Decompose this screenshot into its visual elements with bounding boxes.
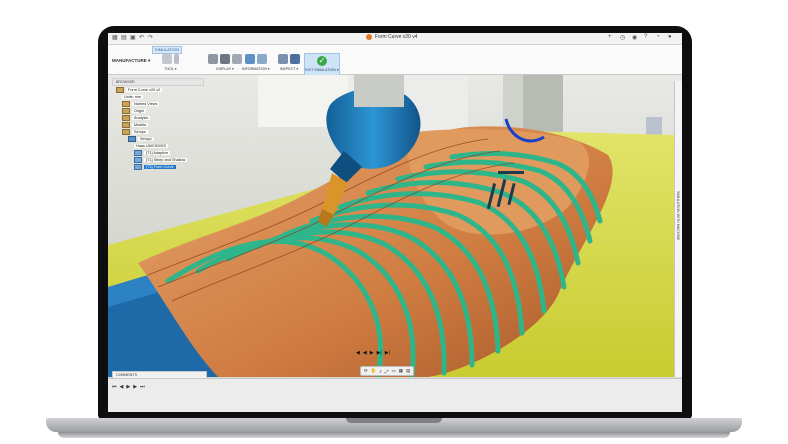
browser-node[interactable]: Origin — [112, 107, 204, 114]
step-forward-icon[interactable]: ▶| — [377, 350, 382, 356]
operation-icon — [134, 163, 142, 170]
step-forward-icon[interactable]: ▶| — [385, 350, 390, 356]
browser-panel: BROWSER Form Curve v20 v2 Units: mm Name… — [112, 78, 204, 170]
viewports-icon[interactable]: ▤ — [406, 368, 410, 374]
browser-header[interactable]: BROWSER — [112, 78, 204, 86]
browser-node[interactable]: Models — [112, 121, 204, 128]
orbit-icon[interactable]: ⟳ — [364, 368, 368, 374]
undo-icon[interactable]: ↶ — [139, 34, 144, 41]
display-settings-icon[interactable]: ▭ — [392, 368, 396, 374]
fit-icon[interactable]: ⤢ — [385, 369, 389, 374]
machine-display-icon — [208, 54, 218, 64]
tool-icon — [162, 54, 172, 64]
pan-icon[interactable]: ✋ — [371, 368, 377, 374]
stock-display-icon — [220, 54, 230, 64]
timeline-bar: ⏮ ◀ ▶ ▶ ⏭ — [108, 378, 682, 412]
add-tab-icon[interactable]: + — [608, 34, 612, 40]
app-screen: ▦ ▤ ▣ ↶ ↷ Form Curve v20 v4 + ◷ ◉ ? ◔ ● … — [108, 33, 682, 412]
browser-node[interactable]: Units: mm — [112, 93, 204, 100]
display-group-label: DISPLAY ▾ — [216, 67, 234, 71]
inspect-group[interactable]: INSPECT ▾ — [278, 54, 300, 71]
setup-icon — [128, 135, 136, 142]
laptop-foot — [58, 432, 730, 438]
simulation-playback: ◀ ◀ ▶ ▶| ▶| — [356, 349, 390, 356]
operation-icon — [134, 149, 142, 156]
folder-icon — [122, 128, 130, 135]
clock-icon[interactable]: ◷ — [620, 34, 625, 41]
info-icon — [244, 54, 255, 64]
save-icon[interactable]: ▣ — [130, 34, 136, 41]
simulation-panel[interactable]: SIMULATION WITH MACHINE — [674, 81, 682, 377]
simulation-panel-label: SIMULATION WITH MACHINE — [676, 191, 680, 241]
zoom-icon[interactable]: ⌕ — [379, 369, 382, 374]
check-icon: ✓ — [317, 56, 327, 66]
exit-simulation-label: EXIT SIMULATION ▾ — [305, 68, 339, 72]
browser-node[interactable]: Named Views — [112, 100, 204, 107]
measure-icon — [278, 54, 288, 64]
play-icon[interactable]: ▶ — [126, 384, 130, 390]
document-title: Form Curve v20 v4 — [375, 34, 418, 40]
file-icon[interactable]: ▤ — [121, 34, 127, 41]
browser-node[interactable]: Setups — [112, 128, 204, 135]
information-group-label: INFORMATION ▾ — [242, 67, 270, 71]
step-forward-icon[interactable]: ▶ — [133, 384, 137, 390]
information-group[interactable]: INFORMATION ▾ — [242, 54, 270, 71]
folder-icon — [122, 107, 130, 114]
browser-node[interactable]: Form Curve v20 v2 — [112, 86, 204, 93]
tool-holder-icon — [174, 54, 179, 64]
browser-node[interactable]: [T1] Steep and Shallow — [112, 156, 204, 163]
statistics-icon — [256, 54, 267, 64]
title-bar: ▦ ▤ ▣ ↶ ↷ Form Curve v20 v4 + ◷ ◉ ? ◔ ● — [108, 33, 682, 45]
workspace-switcher[interactable]: MANUFACTURE ▾ — [112, 58, 150, 64]
section-icon — [290, 54, 300, 64]
folder-icon — [122, 100, 130, 107]
redo-icon[interactable]: ↷ — [148, 34, 153, 41]
laptop-notch — [346, 418, 442, 423]
toolpath-display-icon — [232, 54, 242, 64]
browser-node[interactable]: Setup1 — [112, 135, 204, 142]
browser-node[interactable]: Haas UMC500SS — [112, 142, 204, 149]
exit-simulation-button[interactable]: ✓ EXIT SIMULATION ▾ — [304, 53, 340, 76]
machine-column-shadow — [523, 75, 563, 133]
tool-group-label: TOOL ▾ — [164, 67, 177, 71]
display-group[interactable]: DISPLAY ▾ — [208, 54, 242, 71]
folder-icon — [122, 121, 130, 128]
tab-simulation[interactable]: SIMULATION — [152, 46, 182, 54]
play-icon[interactable]: ▶ — [370, 350, 374, 356]
component-icon — [116, 86, 124, 93]
document-icon — [366, 34, 372, 40]
browser-node[interactable]: Analysis — [112, 114, 204, 121]
browser-node[interactable]: [T1] Adaptive — [112, 149, 204, 156]
ribbon-toolbar: SIMULATION MANUFACTURE ▾ TOOL ▾ DISPLAY … — [108, 45, 682, 76]
avatar[interactable]: ● — [668, 34, 672, 40]
fast-forward-icon[interactable]: ⏭ — [140, 384, 145, 390]
bell-icon[interactable]: ◔ — [656, 34, 660, 40]
grid-menu-icon[interactable]: ▦ — [112, 34, 118, 41]
rewind-icon[interactable]: ⏮ — [112, 384, 117, 390]
step-back-icon[interactable]: ◀ — [356, 350, 360, 356]
inspect-group-label: INSPECT ▾ — [279, 67, 299, 71]
grid-icon[interactable]: ▦ — [399, 368, 403, 374]
operation-icon — [134, 156, 142, 163]
notification-icon[interactable]: ◉ — [632, 34, 637, 41]
help-icon[interactable]: ? — [644, 34, 647, 40]
tool-group[interactable]: TOOL ▾ — [162, 54, 179, 71]
document-tab[interactable]: Form Curve v20 v4 — [366, 34, 418, 40]
folder-icon — [122, 114, 130, 121]
step-back-icon[interactable]: ◀ — [120, 384, 124, 390]
step-back-icon[interactable]: ◀ — [363, 350, 367, 356]
navigation-bar: ⟳ ✋ ⌕ ⤢ ▭ ▦ ▤ — [360, 366, 415, 376]
browser-node-selected[interactable]: [T3] Form Curve — [112, 163, 204, 170]
timeline-controls: ⏮ ◀ ▶ ▶ ⏭ — [112, 384, 145, 390]
